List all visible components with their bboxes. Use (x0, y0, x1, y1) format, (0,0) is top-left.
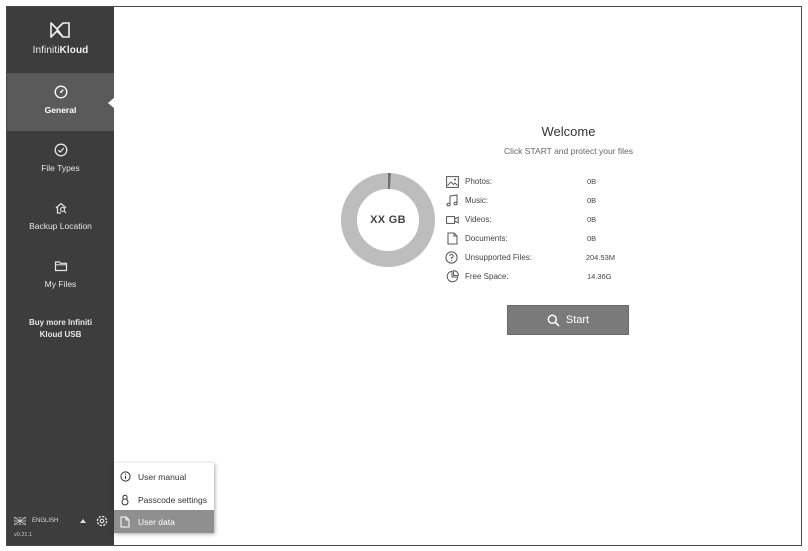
sidebar-item-file-types[interactable]: File Types (7, 139, 114, 191)
language-selector[interactable]: ENGLISH (14, 517, 58, 525)
version-label: v0.21.1 (14, 532, 33, 538)
start-button-label: Start (565, 314, 590, 326)
stat-label: Music: (465, 196, 489, 205)
document-icon (445, 232, 459, 246)
menu-item-label: User manual (138, 471, 187, 482)
stat-value: 0B (587, 177, 597, 186)
stat-photos: Photos: 0B (445, 172, 615, 191)
stat-value: 204.53M (585, 253, 615, 262)
folder-icon (54, 261, 67, 272)
stat-music: Music: 0B (445, 191, 615, 210)
storage-total-label: XX GB (370, 214, 406, 226)
document-icon (119, 516, 131, 528)
infinitikloud-logo-icon (50, 22, 70, 38)
active-indicator (108, 97, 115, 109)
settings-button[interactable] (93, 512, 111, 530)
sidebar-item-backup-location[interactable]: Backup Location (7, 197, 114, 249)
stat-unsupported-files: Unsupported Files: 204.53M (445, 248, 615, 267)
video-camera-icon (445, 213, 459, 227)
menu-item-label: Passcode settings (138, 494, 207, 505)
stat-videos: Videos: 0B (445, 210, 615, 229)
lock-icon (119, 494, 131, 506)
stat-value: 0B (587, 196, 597, 205)
app-window: InfinitiKloud General File Types Backup … (6, 6, 802, 546)
buy-more-link[interactable]: Buy more Infiniti Kloud USB (7, 317, 114, 341)
sidebar-item-label: File Types (41, 163, 80, 173)
search-icon (547, 314, 560, 327)
settings-popup-menu: User manual Passcode settings User data (114, 463, 214, 533)
start-button[interactable]: Start (507, 305, 629, 335)
stat-value: 14.36G (587, 272, 612, 281)
page-title: Welcome (541, 124, 596, 139)
image-icon (445, 175, 459, 189)
stat-label: Free Space: (465, 272, 509, 281)
stat-label: Unsupported Files: (464, 253, 533, 262)
stat-documents: Documents: 0B (445, 229, 615, 248)
check-circle-icon (54, 143, 67, 157)
stat-value: 0B (587, 234, 597, 243)
sidebar-item-label: My Files (44, 279, 77, 289)
stat-free-space: Free Space: 14.36G (445, 267, 615, 286)
question-circle-icon (445, 251, 459, 265)
sidebar-footer: ENGLISH v0.21.1 (7, 507, 114, 545)
music-note-icon (445, 194, 459, 208)
page-subtitle: Click START and protect your files (504, 146, 633, 156)
stat-label: Videos: (465, 215, 492, 224)
sidebar-item-general[interactable]: General (7, 73, 114, 131)
pie-chart-icon (445, 270, 459, 284)
uk-flag-icon (14, 517, 26, 525)
stat-label: Documents: (465, 234, 508, 243)
house-search-icon (55, 202, 66, 214)
buy-more-line-1: Buy more Infiniti (28, 318, 93, 327)
menu-item-user-data[interactable]: User data (114, 510, 214, 533)
speedometer-icon (54, 85, 67, 99)
menu-item-user-manual[interactable]: User manual (114, 465, 214, 488)
buy-more-line-2: Kloud USB (39, 330, 82, 339)
sidebar-item-label: Backup Location (29, 221, 92, 231)
stat-value: 0B (587, 215, 597, 224)
info-icon (119, 471, 131, 483)
sidebar: InfinitiKloud General File Types Backup … (7, 7, 115, 545)
caret-up-icon[interactable] (80, 519, 86, 523)
sidebar-item-label: General (44, 105, 77, 115)
menu-item-label: User data (138, 516, 175, 527)
menu-item-passcode-settings[interactable]: Passcode settings (114, 488, 214, 511)
gear-icon (96, 515, 108, 527)
language-label: ENGLISH (32, 518, 59, 524)
brand-logo: InfinitiKloud (7, 7, 114, 73)
sidebar-item-my-files[interactable]: My Files (7, 255, 114, 307)
stat-label: Photos: (465, 177, 493, 186)
brand-name: InfinitiKloud (32, 45, 89, 56)
